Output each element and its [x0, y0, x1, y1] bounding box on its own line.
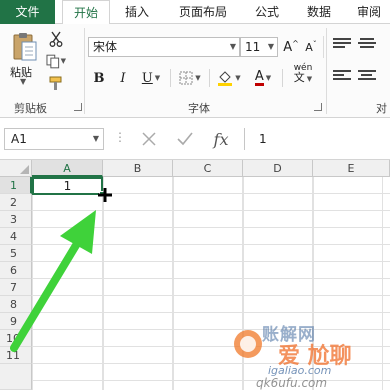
underline-button[interactable]: U ▼	[136, 68, 166, 88]
chevron-down-icon: ▼	[265, 74, 272, 82]
row-header-3[interactable]: 3	[0, 211, 32, 228]
font-color-icon: A	[254, 69, 264, 86]
divider	[209, 69, 210, 87]
column-header-b[interactable]: B	[103, 160, 173, 177]
crosshair-cursor-icon	[98, 188, 112, 202]
row-header-4[interactable]: 4	[0, 228, 32, 245]
chevron-down-icon: ▼	[235, 74, 241, 82]
tab-formulas[interactable]: 公式	[246, 0, 288, 24]
font-size-value: 11	[245, 40, 261, 54]
group-divider	[84, 28, 85, 114]
chevron-down-icon: ▼	[195, 74, 201, 82]
divider	[170, 69, 171, 87]
gridline	[103, 177, 104, 390]
clipboard-dialog-launcher-icon[interactable]	[74, 103, 82, 111]
column-header-c[interactable]: C	[173, 160, 243, 177]
watermark-url: qk6ufu.com	[256, 376, 328, 390]
format-painter-button[interactable]	[46, 74, 66, 92]
name-box[interactable]: A1 ▼	[4, 128, 104, 150]
cancel-button[interactable]	[136, 128, 162, 150]
divider	[282, 69, 283, 87]
phonetic-icon: 文 ▼	[293, 71, 313, 84]
row-header-6[interactable]: 6	[0, 262, 32, 279]
chevron-down-icon: ▼	[92, 134, 99, 143]
font-size-select[interactable]: 11 ▼	[240, 37, 278, 57]
align-middle-icon[interactable]	[358, 38, 376, 52]
format-painter-icon	[49, 76, 62, 90]
row-header-7[interactable]: 7	[0, 279, 32, 296]
chevron-down-icon: ▼	[267, 42, 274, 51]
alignment-group-label: 对	[376, 102, 387, 115]
phonetic-guide-button[interactable]: wén 文 ▼	[286, 64, 320, 84]
column-header-a[interactable]: A	[32, 160, 103, 177]
grow-font-icon: A	[283, 39, 293, 55]
cell-a1[interactable]: 1	[32, 177, 103, 195]
align-top-icon[interactable]	[333, 38, 351, 52]
column-header-e[interactable]: E	[313, 160, 390, 177]
bold-button[interactable]: B	[88, 68, 110, 88]
row-header-9[interactable]: 9	[0, 313, 32, 330]
font-dialog-launcher-icon[interactable]	[314, 103, 322, 111]
cut-button[interactable]	[46, 30, 66, 48]
close-icon	[142, 132, 156, 146]
row-header-10[interactable]: 10	[0, 330, 32, 347]
align-left-icon[interactable]	[333, 70, 351, 84]
formula-input[interactable]: 1	[244, 128, 390, 150]
font-name-select[interactable]: 宋体 ▼	[88, 37, 240, 57]
row-header-8[interactable]: 8	[0, 296, 32, 313]
column-header-d[interactable]: D	[243, 160, 313, 177]
ribbon-tab-bar: 文件 开始 插入 页面布局 公式 数据 审阅	[0, 0, 390, 25]
insert-function-button[interactable]: fx	[208, 128, 234, 150]
tab-data[interactable]: 数据	[298, 0, 340, 24]
row-header-11[interactable]: 11	[0, 347, 32, 364]
chevron-down-icon: ▼	[229, 42, 236, 51]
row-header-12[interactable]	[0, 364, 32, 390]
shrink-font-button[interactable]: Aˇ	[302, 37, 320, 57]
group-divider	[326, 28, 327, 114]
checkmark-icon	[177, 132, 193, 146]
grow-font-button[interactable]: A ^	[282, 37, 300, 57]
borders-icon	[179, 71, 193, 85]
font-name-value: 宋体	[93, 40, 118, 54]
borders-button[interactable]: ▼	[175, 68, 205, 88]
tab-page-layout[interactable]: 页面布局	[170, 0, 236, 24]
chevron-down-icon: ▼	[154, 74, 161, 82]
row-header-2[interactable]: 2	[0, 194, 32, 211]
row-header-5[interactable]: 5	[0, 245, 32, 262]
tab-review[interactable]: 审阅	[348, 0, 390, 24]
font-group-label: 字体	[188, 102, 210, 115]
fill-color-button[interactable]: ▼	[214, 68, 244, 88]
underline-icon: U	[141, 70, 153, 86]
chevron-down-icon: ▼	[60, 57, 66, 65]
formula-bar: A1 ▼ ⋮ fx 1	[0, 118, 390, 160]
gridline	[173, 177, 174, 390]
ribbon-home: 粘贴 ▼ ▼ 剪贴板 宋体 ▼ 11 ▼ A ^ Aˇ B I U ▼ ▼ ▼ …	[0, 24, 390, 118]
tab-home[interactable]: 开始	[62, 0, 110, 25]
group-divider	[323, 36, 324, 58]
enter-button[interactable]	[172, 128, 198, 150]
scissors-icon	[49, 31, 63, 47]
tab-file[interactable]: 文件	[0, 0, 55, 24]
resize-dots-icon[interactable]: ⋮	[114, 130, 126, 144]
clipboard-group-label: 剪贴板	[14, 102, 47, 115]
row-header-1[interactable]: 1	[0, 177, 32, 194]
paste-icon	[13, 33, 37, 61]
align-center-icon[interactable]	[358, 70, 376, 84]
copy-icon	[46, 54, 60, 68]
copy-button[interactable]: ▼	[46, 52, 66, 70]
tab-insert[interactable]: 插入	[116, 0, 158, 24]
italic-button[interactable]: I	[112, 68, 134, 88]
name-box-value: A1	[11, 132, 27, 146]
font-color-button[interactable]: A ▼	[248, 68, 278, 88]
paint-bucket-icon	[218, 71, 233, 86]
chevron-down-icon: ▼	[20, 77, 27, 86]
select-all-button[interactable]	[0, 160, 32, 177]
shrink-font-icon: A	[305, 40, 313, 54]
